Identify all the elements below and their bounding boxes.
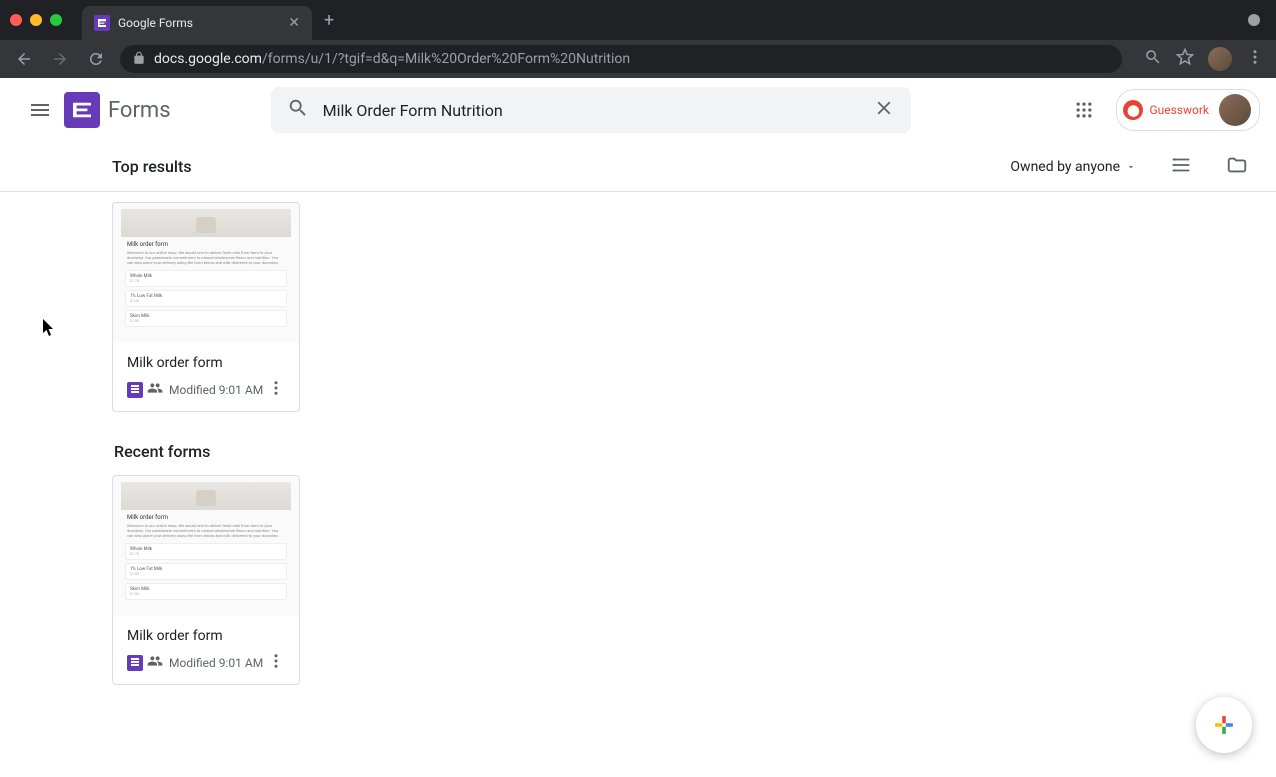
browser-tab[interactable]: Google Forms ✕ — [82, 6, 312, 40]
search-input[interactable] — [323, 101, 873, 120]
modified-text: Modified 9:01 AM — [169, 383, 263, 397]
plus-icon — [1208, 709, 1240, 741]
forward-button[interactable] — [48, 47, 72, 71]
url-text: docs.google.com/forms/u/1/?tgif=d&q=Milk… — [154, 51, 630, 67]
extension-dot-icon: ⬤ — [1123, 100, 1143, 120]
app-header: Forms ⬤ Guesswork — [0, 78, 1276, 142]
owner-filter-label: Owned by anyone — [1010, 159, 1120, 175]
form-card[interactable]: Milk order form Welcome to our online sh… — [112, 202, 300, 412]
form-card[interactable]: Milk order form Welcome to our online sh… — [112, 475, 300, 685]
google-apps-button[interactable] — [1064, 90, 1104, 130]
url-box[interactable]: docs.google.com/forms/u/1/?tgif=d&q=Milk… — [120, 45, 1122, 73]
results-heading: Top results — [112, 157, 192, 176]
owner-filter-dropdown[interactable]: Owned by anyone — [1002, 153, 1144, 181]
content-area: Milk order form Welcome to our online sh… — [0, 192, 1276, 777]
recent-heading: Recent forms — [114, 442, 1276, 461]
card-more-icon[interactable] — [267, 652, 285, 674]
lock-icon — [132, 50, 146, 69]
chevron-down-icon — [1126, 162, 1136, 172]
browser-chrome: Google Forms ✕ + docs.google.com/forms/u… — [0, 0, 1276, 78]
create-new-button[interactable] — [1196, 697, 1252, 753]
card-title: Milk order form — [127, 628, 285, 644]
card-preview: Milk order form Welcome to our online sh… — [113, 476, 299, 616]
window-controls — [10, 14, 62, 26]
shared-icon — [147, 380, 163, 400]
address-bar: docs.google.com/forms/u/1/?tgif=d&q=Milk… — [0, 40, 1276, 78]
card-meta: Milk order form Modified 9:01 AM — [113, 616, 299, 684]
app-name: Forms — [108, 98, 171, 123]
app-logo[interactable]: Forms — [64, 92, 171, 128]
search-icon — [287, 97, 309, 123]
search-box[interactable] — [271, 87, 911, 133]
clear-search-icon[interactable] — [873, 97, 895, 123]
tab-title: Google Forms — [118, 16, 288, 30]
forms-doc-icon — [127, 655, 143, 671]
tab-overflow[interactable] — [1248, 14, 1260, 26]
list-view-button[interactable] — [1162, 146, 1200, 188]
window-minimize[interactable] — [30, 14, 42, 26]
chevron-down-icon — [1248, 14, 1260, 26]
card-meta: Milk order form Modified 9:01 AM — [113, 343, 299, 411]
extension-badge[interactable]: ⬤ Guesswork — [1116, 89, 1260, 131]
zoom-icon[interactable] — [1144, 48, 1162, 70]
window-close[interactable] — [10, 14, 22, 26]
tab-favicon-icon — [94, 15, 110, 31]
shared-icon — [147, 653, 163, 673]
main-menu-button[interactable] — [16, 86, 64, 134]
profile-avatar[interactable] — [1219, 94, 1251, 126]
new-tab-button[interactable]: + — [324, 10, 334, 31]
bookmark-icon[interactable] — [1176, 48, 1194, 70]
forms-doc-icon — [127, 382, 143, 398]
back-button[interactable] — [12, 47, 36, 71]
tab-bar: Google Forms ✕ + — [0, 0, 1276, 40]
card-more-icon[interactable] — [267, 379, 285, 401]
card-title: Milk order form — [127, 355, 285, 371]
window-maximize[interactable] — [50, 14, 62, 26]
card-preview: Milk order form Welcome to our online sh… — [113, 203, 299, 343]
folder-button[interactable] — [1218, 146, 1256, 188]
forms-logo-icon — [64, 92, 100, 128]
extension-label: Guesswork — [1149, 103, 1209, 117]
profile-avatar-small[interactable] — [1208, 47, 1232, 71]
results-toolbar: Top results Owned by anyone — [0, 142, 1276, 192]
browser-menu-icon[interactable] — [1246, 48, 1264, 70]
tab-close-icon[interactable]: ✕ — [288, 15, 300, 31]
modified-text: Modified 9:01 AM — [169, 656, 263, 670]
reload-button[interactable] — [84, 47, 108, 71]
